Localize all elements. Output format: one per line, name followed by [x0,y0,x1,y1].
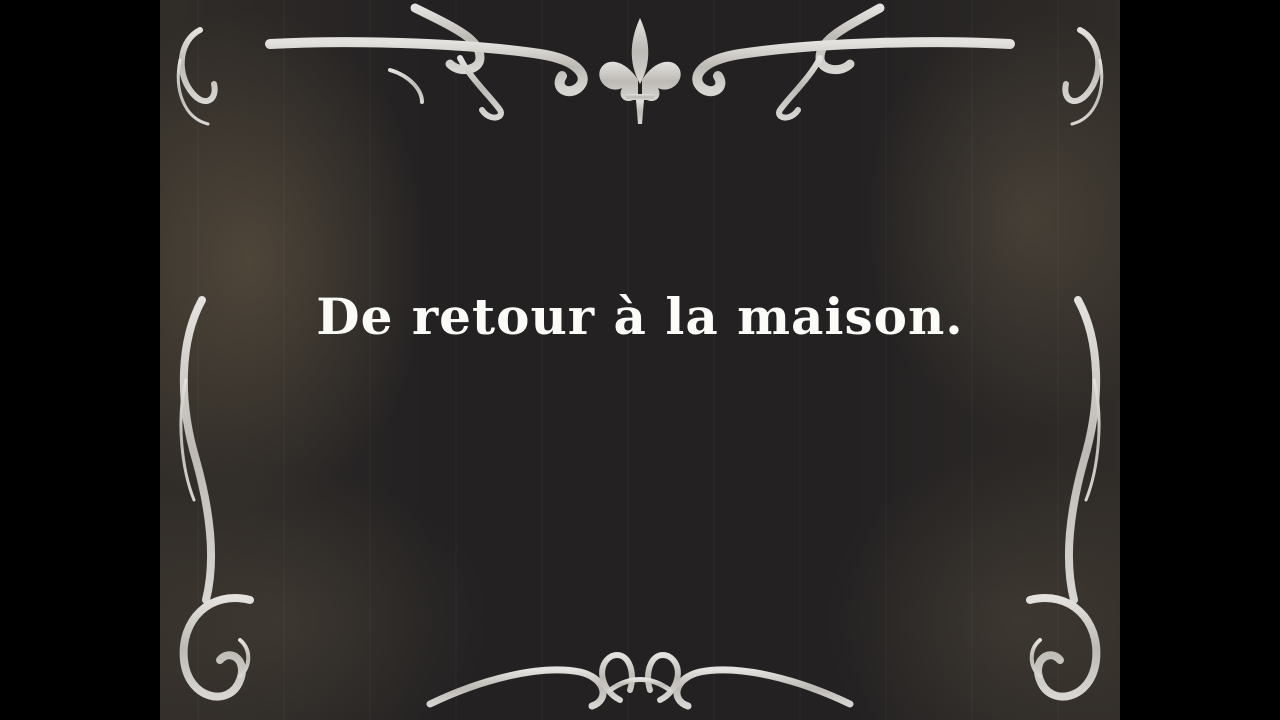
top-right-flourish [692,3,1015,121]
fleur-de-lis-icon [599,18,681,124]
bottom-left-corner-curl [179,594,254,701]
intertitle-card: De retour à la maison. [160,0,1120,720]
top-left-flourish [265,3,588,121]
frame-border [191,39,1089,701]
intertitle-text: De retour à la maison. [316,287,964,346]
bottom-right-corner-curl [1026,594,1101,701]
letterbox: De retour à la maison. [0,0,1280,720]
ornamental-frame [176,3,1104,710]
bottom-center-flourish [426,652,854,710]
